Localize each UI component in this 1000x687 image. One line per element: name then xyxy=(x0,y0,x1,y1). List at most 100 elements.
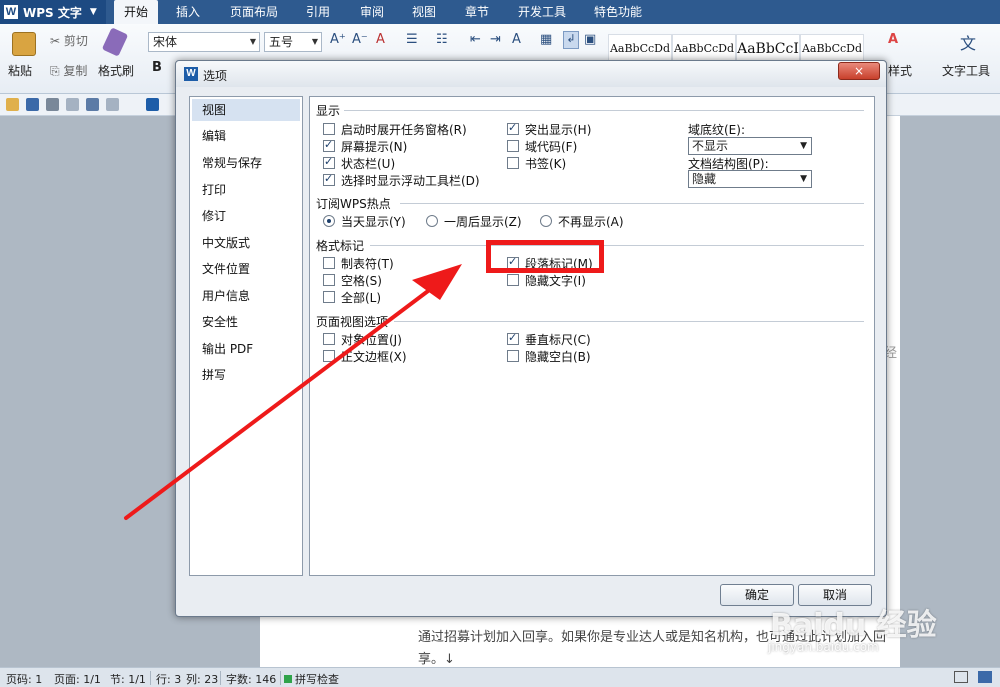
option-never-show[interactable]: 不再显示(A) xyxy=(540,213,624,229)
checkbox-checked[interactable] xyxy=(507,331,519,345)
option-spaces[interactable]: 空格(S) xyxy=(323,272,382,288)
paste-button[interactable]: 粘贴 xyxy=(8,62,32,79)
tab-references[interactable]: 引用 xyxy=(296,0,340,24)
category-user-info[interactable]: 用户信息 xyxy=(192,285,300,307)
option-status-bar[interactable]: 状态栏(U) xyxy=(323,155,395,171)
option-floating-toolbar[interactable]: 选择时显示浮动工具栏(D) xyxy=(323,172,480,188)
tab-special[interactable]: 特色功能 xyxy=(588,0,648,24)
outdent-icon[interactable]: ⇤ xyxy=(470,32,481,47)
option-tab-chars[interactable]: 制表符(T) xyxy=(323,255,394,271)
radio[interactable] xyxy=(426,215,438,227)
tab-insert[interactable]: 插入 xyxy=(166,0,210,24)
shrink-font-icon[interactable]: A⁻ xyxy=(352,32,368,47)
tab-developer[interactable]: 开发工具 xyxy=(512,0,572,24)
style-heading-1[interactable]: AaBbCcDd xyxy=(672,34,736,62)
doc-map-select[interactable]: 隐藏 ▼ xyxy=(688,170,812,188)
checkbox[interactable] xyxy=(323,291,335,303)
checkbox[interactable] xyxy=(323,333,335,345)
spell-check-toggle[interactable]: 拼写检查 xyxy=(284,671,339,687)
bullet-list-icon[interactable]: ☰ xyxy=(406,32,418,47)
checkbox[interactable] xyxy=(507,140,519,152)
category-view[interactable]: 视图 xyxy=(192,99,300,121)
checkbox[interactable] xyxy=(507,157,519,169)
borders-icon[interactable]: ▣ xyxy=(584,32,596,47)
grow-font-icon[interactable]: A⁺ xyxy=(330,32,346,47)
document-text-line[interactable]: 享。↓ xyxy=(418,648,455,667)
checkbox-checked[interactable] xyxy=(323,172,335,186)
font-size-select[interactable]: 五号 ▼ xyxy=(264,32,322,52)
styles-button[interactable]: 样式 xyxy=(888,62,912,79)
category-edit[interactable]: 编辑 xyxy=(192,125,300,147)
option-show-today[interactable]: 当天显示(Y) xyxy=(323,213,406,229)
print-icon[interactable] xyxy=(46,98,59,111)
option-show-week-later[interactable]: 一周后显示(Z) xyxy=(426,213,522,229)
checkbox[interactable] xyxy=(323,257,335,269)
checkbox-checked[interactable] xyxy=(323,138,335,152)
style-heading-2[interactable]: AaBbCcI xyxy=(736,34,800,62)
show-marks-icon[interactable]: ↲ xyxy=(563,31,579,49)
radio-selected[interactable] xyxy=(323,215,335,227)
category-security[interactable]: 安全性 xyxy=(192,311,300,333)
checkbox-checked[interactable] xyxy=(323,155,335,169)
redo-icon[interactable] xyxy=(106,98,119,111)
page-view-icon[interactable] xyxy=(978,671,992,683)
save-icon[interactable] xyxy=(26,98,39,111)
preview-icon[interactable] xyxy=(66,98,79,111)
undo-icon[interactable] xyxy=(86,98,99,111)
option-hidden-text[interactable]: 隐藏文字(I) xyxy=(507,272,586,288)
option-text-boundaries[interactable]: 正文边框(X) xyxy=(323,348,407,364)
category-chinese-layout[interactable]: 中文版式 xyxy=(192,232,300,254)
app-icon[interactable] xyxy=(146,98,159,111)
radio[interactable] xyxy=(540,215,552,227)
status-words[interactable]: 字数: 146 xyxy=(226,671,276,687)
clear-format-icon[interactable]: A xyxy=(376,32,385,47)
option-bookmarks[interactable]: 书签(K) xyxy=(507,155,566,171)
tab-chapter[interactable]: 章节 xyxy=(455,0,499,24)
tab-page-layout[interactable]: 页面布局 xyxy=(222,0,286,24)
option-field-codes[interactable]: 域代码(F) xyxy=(507,138,577,154)
format-painter-button[interactable]: 格式刷 xyxy=(98,62,134,79)
indent-icon[interactable]: ⇥ xyxy=(490,32,501,47)
tab-view[interactable]: 视图 xyxy=(402,0,446,24)
checkbox-checked[interactable] xyxy=(507,121,519,135)
text-tools-button[interactable]: 文字工具 xyxy=(942,62,990,79)
styles-icon[interactable]: A xyxy=(888,32,898,47)
option-highlight[interactable]: 突出显示(H) xyxy=(507,121,591,137)
checkbox[interactable] xyxy=(323,123,335,135)
dialog-title-bar[interactable]: W 选项 × xyxy=(176,61,886,87)
option-vertical-ruler[interactable]: 垂直标尺(C) xyxy=(507,331,591,347)
category-file-location[interactable]: 文件位置 xyxy=(192,258,300,280)
checkbox[interactable] xyxy=(323,274,335,286)
option-object-anchors[interactable]: 对象位置(J) xyxy=(323,331,402,347)
close-button[interactable]: × xyxy=(838,62,880,80)
number-list-icon[interactable]: ☷ xyxy=(436,32,448,47)
translate-icon[interactable]: 文 xyxy=(960,30,976,54)
checkbox[interactable] xyxy=(507,274,519,286)
checkbox[interactable] xyxy=(323,350,335,362)
style-heading-3[interactable]: AaBbCcDd xyxy=(800,34,864,62)
category-export-pdf[interactable]: 输出 PDF xyxy=(192,338,300,360)
category-revision[interactable]: 修订 xyxy=(192,205,300,227)
option-hide-whitespace[interactable]: 隐藏空白(B) xyxy=(507,348,591,364)
option-all-marks[interactable]: 全部(L) xyxy=(323,289,381,305)
style-normal[interactable]: AaBbCcDd xyxy=(608,34,672,62)
tab-home[interactable]: 开始 xyxy=(114,0,158,24)
paste-icon[interactable] xyxy=(12,32,36,56)
app-menu-button[interactable]: W WPS 文字 ▼ xyxy=(0,0,106,24)
category-general-save[interactable]: 常规与保存 xyxy=(192,152,300,174)
fullscreen-icon[interactable] xyxy=(954,671,968,683)
option-expand-taskpane[interactable]: 启动时展开任务窗格(R) xyxy=(323,121,467,137)
category-print[interactable]: 打印 xyxy=(192,179,300,201)
checkbox[interactable] xyxy=(507,350,519,362)
copy-button[interactable]: ⎘ 复制 xyxy=(50,62,87,79)
text-effect-icon[interactable]: A xyxy=(512,32,521,47)
table-icon[interactable]: ▦ xyxy=(540,32,552,47)
category-spelling[interactable]: 拼写 xyxy=(192,364,300,386)
font-name-select[interactable]: 宋体 ▼ xyxy=(148,32,260,52)
option-screen-tips[interactable]: 屏幕提示(N) xyxy=(323,138,407,154)
open-icon[interactable] xyxy=(6,98,19,111)
cut-button[interactable]: ✂ 剪切 xyxy=(50,32,88,49)
bold-button[interactable]: B xyxy=(152,60,162,75)
tab-review[interactable]: 审阅 xyxy=(350,0,394,24)
field-shading-select[interactable]: 不显示 ▼ xyxy=(688,137,812,155)
